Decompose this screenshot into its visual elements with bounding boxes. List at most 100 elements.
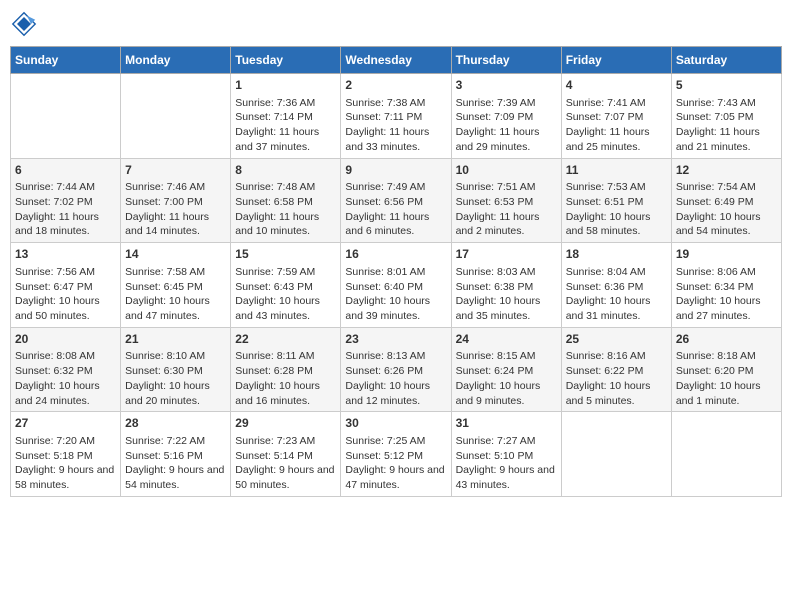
day-number: 31 <box>456 415 557 432</box>
day-cell: 17 Sunrise: 8:03 AM Sunset: 6:38 PM Dayli… <box>451 243 561 328</box>
day-number: 22 <box>235 331 336 348</box>
day-cell: 3 Sunrise: 7:39 AM Sunset: 7:09 PM Daylig… <box>451 74 561 159</box>
week-row-4: 20Sunrise: 8:08 AM Sunset: 6:32 PM Dayli… <box>11 327 782 412</box>
day-info: Sunrise: 8:04 AM Sunset: 6:36 PM Dayligh… <box>566 265 667 324</box>
week-row-5: 27 Sunrise: 7:20 AM Sunset: 5:18 PM Dayli… <box>11 412 782 497</box>
day-cell: 20Sunrise: 8:08 AM Sunset: 6:32 PM Dayli… <box>11 327 121 412</box>
day-info: Sunrise: 8:03 AM Sunset: 6:38 PM Dayligh… <box>456 265 557 324</box>
day-info: Sunrise: 7:36 AM Sunset: 7:14 PM Dayligh… <box>235 96 336 155</box>
day-cell: 25Sunrise: 8:16 AM Sunset: 6:22 PM Dayli… <box>561 327 671 412</box>
day-info: Sunrise: 8:15 AM Sunset: 6:24 PM Dayligh… <box>456 349 557 408</box>
day-cell: 4Sunrise: 7:41 AM Sunset: 7:07 PM Daylig… <box>561 74 671 159</box>
day-cell: 2 Sunrise: 7:38 AM Sunset: 7:11 PM Daylig… <box>341 74 451 159</box>
day-cell <box>121 74 231 159</box>
day-info: Sunrise: 7:41 AM Sunset: 7:07 PM Dayligh… <box>566 96 667 155</box>
day-info: Sunrise: 8:16 AM Sunset: 6:22 PM Dayligh… <box>566 349 667 408</box>
week-row-2: 6Sunrise: 7:44 AM Sunset: 7:02 PM Daylig… <box>11 158 782 243</box>
day-number: 16 <box>345 246 446 263</box>
day-cell: 29Sunrise: 7:23 AM Sunset: 5:14 PM Dayli… <box>231 412 341 497</box>
day-info: Sunrise: 7:53 AM Sunset: 6:51 PM Dayligh… <box>566 180 667 239</box>
day-info: Sunrise: 7:23 AM Sunset: 5:14 PM Dayligh… <box>235 434 336 493</box>
day-cell <box>671 412 781 497</box>
day-cell: 6Sunrise: 7:44 AM Sunset: 7:02 PM Daylig… <box>11 158 121 243</box>
day-info: Sunrise: 8:11 AM Sunset: 6:28 PM Dayligh… <box>235 349 336 408</box>
day-number: 30 <box>345 415 446 432</box>
day-number: 26 <box>676 331 777 348</box>
day-info: Sunrise: 8:06 AM Sunset: 6:34 PM Dayligh… <box>676 265 777 324</box>
day-cell: 11Sunrise: 7:53 AM Sunset: 6:51 PM Dayli… <box>561 158 671 243</box>
header-thursday: Thursday <box>451 47 561 74</box>
day-info: Sunrise: 8:01 AM Sunset: 6:40 PM Dayligh… <box>345 265 446 324</box>
day-info: Sunrise: 7:59 AM Sunset: 6:43 PM Dayligh… <box>235 265 336 324</box>
day-number: 27 <box>15 415 116 432</box>
day-number: 8 <box>235 162 336 179</box>
day-cell: 23Sunrise: 8:13 AM Sunset: 6:26 PM Dayli… <box>341 327 451 412</box>
day-info: Sunrise: 7:22 AM Sunset: 5:16 PM Dayligh… <box>125 434 226 493</box>
day-number: 11 <box>566 162 667 179</box>
header-saturday: Saturday <box>671 47 781 74</box>
day-cell <box>11 74 121 159</box>
day-cell: 14 Sunrise: 7:58 AM Sunset: 6:45 PM Dayli… <box>121 243 231 328</box>
day-cell: 13 Sunrise: 7:56 AM Sunset: 6:47 PM Dayli… <box>11 243 121 328</box>
header-wednesday: Wednesday <box>341 47 451 74</box>
day-number: 17 <box>456 246 557 263</box>
day-number: 3 <box>456 77 557 94</box>
day-cell: 31 Sunrise: 7:27 AM Sunset: 5:10 PM Dayli… <box>451 412 561 497</box>
day-number: 15 <box>235 246 336 263</box>
day-number: 23 <box>345 331 446 348</box>
day-info: Sunrise: 8:13 AM Sunset: 6:26 PM Dayligh… <box>345 349 446 408</box>
day-info: Sunrise: 7:46 AM Sunset: 7:00 PM Dayligh… <box>125 180 226 239</box>
page-header <box>10 10 782 38</box>
day-cell: 22Sunrise: 8:11 AM Sunset: 6:28 PM Dayli… <box>231 327 341 412</box>
day-cell: 15 Sunrise: 7:59 AM Sunset: 6:43 PM Dayli… <box>231 243 341 328</box>
day-info: Sunrise: 8:10 AM Sunset: 6:30 PM Dayligh… <box>125 349 226 408</box>
logo <box>10 10 42 38</box>
day-cell: 10Sunrise: 7:51 AM Sunset: 6:53 PM Dayli… <box>451 158 561 243</box>
day-info: Sunrise: 7:54 AM Sunset: 6:49 PM Dayligh… <box>676 180 777 239</box>
day-cell: 5Sunrise: 7:43 AM Sunset: 7:05 PM Daylig… <box>671 74 781 159</box>
day-cell: 8Sunrise: 7:48 AM Sunset: 6:58 PM Daylig… <box>231 158 341 243</box>
day-number: 13 <box>15 246 116 263</box>
day-number: 7 <box>125 162 226 179</box>
day-cell: 28 Sunrise: 7:22 AM Sunset: 5:16 PM Dayli… <box>121 412 231 497</box>
day-number: 25 <box>566 331 667 348</box>
day-cell: 27 Sunrise: 7:20 AM Sunset: 5:18 PM Dayli… <box>11 412 121 497</box>
header-sunday: Sunday <box>11 47 121 74</box>
day-info: Sunrise: 8:18 AM Sunset: 6:20 PM Dayligh… <box>676 349 777 408</box>
header-monday: Monday <box>121 47 231 74</box>
day-number: 21 <box>125 331 226 348</box>
day-info: Sunrise: 7:27 AM Sunset: 5:10 PM Dayligh… <box>456 434 557 493</box>
day-info: Sunrise: 7:39 AM Sunset: 7:09 PM Dayligh… <box>456 96 557 155</box>
day-number: 20 <box>15 331 116 348</box>
day-info: Sunrise: 7:25 AM Sunset: 5:12 PM Dayligh… <box>345 434 446 493</box>
day-cell: 26Sunrise: 8:18 AM Sunset: 6:20 PM Dayli… <box>671 327 781 412</box>
day-cell: 12Sunrise: 7:54 AM Sunset: 6:49 PM Dayli… <box>671 158 781 243</box>
day-info: Sunrise: 7:49 AM Sunset: 6:56 PM Dayligh… <box>345 180 446 239</box>
day-info: Sunrise: 7:20 AM Sunset: 5:18 PM Dayligh… <box>15 434 116 493</box>
day-info: Sunrise: 7:58 AM Sunset: 6:45 PM Dayligh… <box>125 265 226 324</box>
day-number: 9 <box>345 162 446 179</box>
day-cell: 21Sunrise: 8:10 AM Sunset: 6:30 PM Dayli… <box>121 327 231 412</box>
day-number: 28 <box>125 415 226 432</box>
day-info: Sunrise: 8:08 AM Sunset: 6:32 PM Dayligh… <box>15 349 116 408</box>
day-cell: 19 Sunrise: 8:06 AM Sunset: 6:34 PM Dayli… <box>671 243 781 328</box>
day-cell: 1Sunrise: 7:36 AM Sunset: 7:14 PM Daylig… <box>231 74 341 159</box>
week-row-1: 1Sunrise: 7:36 AM Sunset: 7:14 PM Daylig… <box>11 74 782 159</box>
day-number: 14 <box>125 246 226 263</box>
day-cell: 7Sunrise: 7:46 AM Sunset: 7:00 PM Daylig… <box>121 158 231 243</box>
day-number: 6 <box>15 162 116 179</box>
day-number: 2 <box>345 77 446 94</box>
day-cell: 30 Sunrise: 7:25 AM Sunset: 5:12 PM Dayli… <box>341 412 451 497</box>
logo-icon <box>10 10 38 38</box>
day-info: Sunrise: 7:48 AM Sunset: 6:58 PM Dayligh… <box>235 180 336 239</box>
header-friday: Friday <box>561 47 671 74</box>
day-cell <box>561 412 671 497</box>
day-number: 19 <box>676 246 777 263</box>
day-number: 10 <box>456 162 557 179</box>
day-info: Sunrise: 7:38 AM Sunset: 7:11 PM Dayligh… <box>345 96 446 155</box>
week-row-3: 13 Sunrise: 7:56 AM Sunset: 6:47 PM Dayli… <box>11 243 782 328</box>
day-cell: 16 Sunrise: 8:01 AM Sunset: 6:40 PM Dayli… <box>341 243 451 328</box>
day-info: Sunrise: 7:56 AM Sunset: 6:47 PM Dayligh… <box>15 265 116 324</box>
header-tuesday: Tuesday <box>231 47 341 74</box>
day-info: Sunrise: 7:51 AM Sunset: 6:53 PM Dayligh… <box>456 180 557 239</box>
